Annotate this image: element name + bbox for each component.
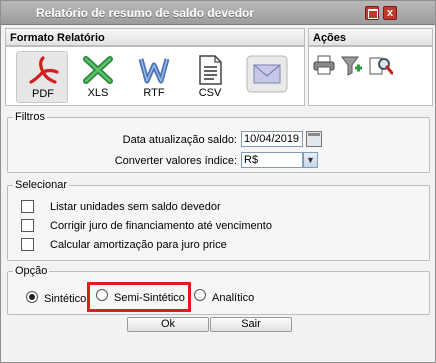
calendar-icon[interactable] [306,131,322,147]
printer-icon [313,55,335,75]
analitico-label: Analítico [212,292,255,304]
actions-section-title: Ações [313,32,347,44]
ok-button[interactable]: Ok [127,317,209,332]
amortizacao-label: Calcular amortização para juro price [50,239,227,251]
email-icon [246,55,288,93]
format-section-title: Formato Relatório [10,32,105,44]
option-legend: Opção [13,265,50,277]
maximize-button[interactable] [365,6,379,20]
csv-label: CSV [198,87,222,99]
rtf-label: RTF [143,87,165,99]
sair-button[interactable]: Sair [210,317,292,332]
pdf-format-button[interactable]: PDF [16,51,68,103]
currency-select[interactable]: R$ [241,152,303,168]
preview-button[interactable] [369,55,394,80]
corrigir-juro-label: Corrigir juro de financiamento até venci… [50,220,272,232]
corrigir-juro-checkbox[interactable] [21,219,34,232]
title-bar[interactable]: Relatório de resumo de saldo devedor x [1,1,435,25]
pdf-label: PDF [32,88,54,100]
filter-icon [341,56,362,76]
excel-icon [83,56,113,84]
email-button[interactable] [242,51,294,103]
amortizacao-checkbox[interactable] [21,238,34,251]
unidades-label: Listar unidades sem saldo devedor [50,201,221,213]
update-date-field[interactable]: 10/04/2019 [241,131,303,147]
close-button[interactable]: x [383,6,397,20]
semi-sintetico-label: Semi-Sintético [114,292,185,304]
semi-sintetico-radio[interactable] [96,289,108,301]
chevron-down-icon[interactable]: ▼ [303,152,318,168]
update-date-label: Data atualização saldo: [122,134,237,146]
analitico-radio[interactable] [194,289,206,301]
preview-magnifier-icon [369,57,394,75]
actions-section-header: Ações [308,28,433,46]
word-icon [138,58,170,84]
xls-format-button[interactable]: XLS [72,51,124,103]
select-legend: Selecionar [13,179,69,191]
csv-file-icon [199,55,222,85]
convert-index-label: Converter valores índice: [114,155,237,167]
window-title: Relatório de resumo de saldo devedor [36,6,255,20]
rtf-format-button[interactable]: RTF [128,51,180,103]
print-button[interactable] [313,55,335,78]
filters-legend: Filtros [13,111,47,123]
report-dialog: Relatório de resumo de saldo devedor x F… [0,0,436,363]
format-section-header: Formato Relatório [5,28,305,46]
format-panel: PDF XLS RTF CSV [5,46,305,106]
csv-format-button[interactable]: CSV [184,51,236,103]
filter-button[interactable] [341,55,363,80]
sintetico-radio[interactable] [26,291,38,303]
pdf-icon [29,56,59,84]
sintetico-label: Sintético [44,293,87,305]
xls-label: XLS [87,87,109,99]
unidades-checkbox[interactable] [21,200,34,213]
